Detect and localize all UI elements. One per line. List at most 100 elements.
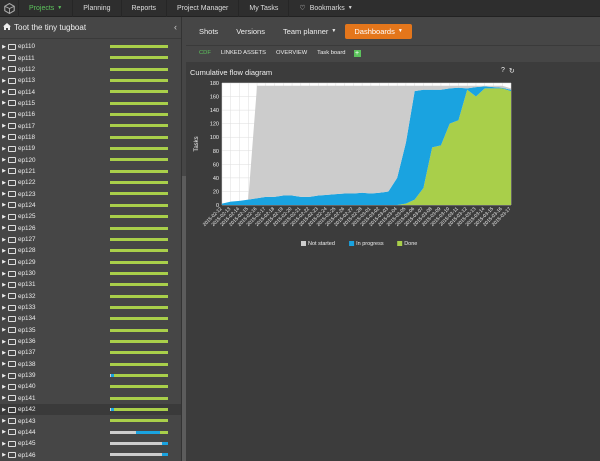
list-item[interactable]: ▶ ep127 <box>0 234 181 245</box>
list-item[interactable]: ▶ ep132 <box>0 291 181 302</box>
list-item[interactable]: ▶ ep116 <box>0 109 181 120</box>
list-item[interactable]: ▶ ep115 <box>0 98 181 109</box>
nav-item-reports[interactable]: Reports <box>120 0 167 17</box>
list-item[interactable]: ▶ ep124 <box>0 200 181 211</box>
app-logo-icon[interactable] <box>0 0 18 17</box>
list-item[interactable]: ▶ ep145 <box>0 438 181 449</box>
list-item[interactable]: ▶ ep114 <box>0 86 181 97</box>
expand-arrow-icon[interactable]: ▶ <box>0 395 8 401</box>
expand-arrow-icon[interactable]: ▶ <box>0 282 8 288</box>
list-item[interactable]: ▶ ep128 <box>0 245 181 256</box>
nav-item-planning[interactable]: Planning <box>72 0 120 17</box>
subtab-overview[interactable]: OVERVIEW <box>271 50 312 56</box>
expand-arrow-icon[interactable]: ▶ <box>0 248 8 254</box>
list-item[interactable]: ▶ ep133 <box>0 302 181 313</box>
subtab-cdf[interactable]: CDF <box>194 50 216 56</box>
list-item[interactable]: ▶ ep137 <box>0 347 181 358</box>
list-item[interactable]: ▶ ep113 <box>0 75 181 86</box>
expand-arrow-icon[interactable]: ▶ <box>0 259 8 265</box>
subtab-task-board[interactable]: Task board <box>312 50 350 56</box>
progress-bar <box>110 362 168 366</box>
expand-arrow-icon[interactable]: ▶ <box>0 89 8 95</box>
subtab-linked-assets[interactable]: LINKED ASSETS <box>216 50 271 56</box>
expand-arrow-icon[interactable]: ▶ <box>0 418 8 424</box>
list-item[interactable]: ▶ ep111 <box>0 52 181 63</box>
expand-arrow-icon[interactable]: ▶ <box>0 146 8 152</box>
collapse-sidebar-icon[interactable]: ‹ <box>174 22 177 32</box>
list-item[interactable]: ▶ ep141 <box>0 393 181 404</box>
expand-arrow-icon[interactable]: ▶ <box>0 452 8 458</box>
progress-segment <box>110 226 168 230</box>
list-item[interactable]: ▶ ep117 <box>0 120 181 131</box>
home-icon[interactable] <box>3 23 11 32</box>
nav-item-projects[interactable]: Projects ▼ <box>18 0 72 17</box>
expand-arrow-icon[interactable]: ▶ <box>0 66 8 72</box>
expand-arrow-icon[interactable]: ▶ <box>0 429 8 435</box>
expand-arrow-icon[interactable]: ▶ <box>0 407 8 413</box>
expand-arrow-icon[interactable]: ▶ <box>0 168 8 174</box>
expand-arrow-icon[interactable]: ▶ <box>0 339 8 345</box>
progress-segment <box>114 373 168 377</box>
nav-item-project-manager[interactable]: Project Manager <box>166 0 238 17</box>
list-item[interactable]: ▶ ep125 <box>0 211 181 222</box>
list-item[interactable]: ▶ ep112 <box>0 64 181 75</box>
expand-arrow-icon[interactable]: ▶ <box>0 350 8 356</box>
list-item[interactable]: ▶ ep140 <box>0 381 181 392</box>
nav-item-my-tasks[interactable]: My Tasks <box>238 0 288 17</box>
expand-arrow-icon[interactable]: ▶ <box>0 123 8 129</box>
list-item[interactable]: ▶ ep146 <box>0 449 181 460</box>
expand-arrow-icon[interactable]: ▶ <box>0 361 8 367</box>
expand-arrow-icon[interactable]: ▶ <box>0 225 8 231</box>
list-item[interactable]: ▶ ep143 <box>0 415 181 426</box>
list-item[interactable]: ▶ ep126 <box>0 223 181 234</box>
list-item[interactable]: ▶ ep130 <box>0 268 181 279</box>
tab-versions[interactable]: Versions <box>227 24 274 39</box>
expand-arrow-icon[interactable]: ▶ <box>0 44 8 50</box>
list-item[interactable]: ▶ ep144 <box>0 427 181 438</box>
project-name[interactable]: Toot the tiny tugboat <box>14 23 86 32</box>
expand-arrow-icon[interactable]: ▶ <box>0 191 8 197</box>
add-tab-button[interactable]: + <box>353 49 361 57</box>
expand-arrow-icon[interactable]: ▶ <box>0 180 8 186</box>
folder-icon <box>8 100 16 107</box>
list-item[interactable]: ▶ ep119 <box>0 143 181 154</box>
expand-arrow-icon[interactable]: ▶ <box>0 271 8 277</box>
list-item[interactable]: ▶ ep139 <box>0 370 181 381</box>
list-item[interactable]: ▶ ep123 <box>0 188 181 199</box>
expand-arrow-icon[interactable]: ▶ <box>0 214 8 220</box>
expand-arrow-icon[interactable]: ▶ <box>0 78 8 84</box>
expand-arrow-icon[interactable]: ▶ <box>0 327 8 333</box>
expand-arrow-icon[interactable]: ▶ <box>0 384 8 390</box>
expand-arrow-icon[interactable]: ▶ <box>0 202 8 208</box>
list-item[interactable]: ▶ ep122 <box>0 177 181 188</box>
expand-arrow-icon[interactable]: ▶ <box>0 293 8 299</box>
expand-arrow-icon[interactable]: ▶ <box>0 55 8 61</box>
list-item[interactable]: ▶ ep134 <box>0 313 181 324</box>
tab-dashboards[interactable]: Dashboards ▼ <box>345 23 412 39</box>
list-item[interactable]: ▶ ep131 <box>0 279 181 290</box>
nav-item-bookmarks[interactable]: ♡ Bookmarks ▼ <box>288 0 362 17</box>
nav-label: Bookmarks <box>309 4 345 12</box>
expand-arrow-icon[interactable]: ▶ <box>0 100 8 106</box>
expand-arrow-icon[interactable]: ▶ <box>0 157 8 163</box>
list-item[interactable]: ▶ ep136 <box>0 336 181 347</box>
tab-team-planner[interactable]: Team planner ▼ <box>274 24 345 39</box>
list-item[interactable]: ▶ ep138 <box>0 359 181 370</box>
list-item[interactable]: ▶ ep142 <box>0 404 181 416</box>
expand-arrow-icon[interactable]: ▶ <box>0 373 8 379</box>
expand-arrow-icon[interactable]: ▶ <box>0 112 8 118</box>
expand-arrow-icon[interactable]: ▶ <box>0 134 8 140</box>
list-item[interactable]: ▶ ep120 <box>0 154 181 165</box>
progress-bar <box>110 101 168 105</box>
expand-arrow-icon[interactable]: ▶ <box>0 316 8 322</box>
expand-arrow-icon[interactable]: ▶ <box>0 305 8 311</box>
list-item[interactable]: ▶ ep118 <box>0 132 181 143</box>
list-item[interactable]: ▶ ep129 <box>0 257 181 268</box>
tab-shots[interactable]: Shots <box>190 24 227 39</box>
expand-arrow-icon[interactable]: ▶ <box>0 441 8 447</box>
list-item[interactable]: ▶ ep121 <box>0 166 181 177</box>
list-item[interactable]: ▶ ep135 <box>0 325 181 336</box>
expand-arrow-icon[interactable]: ▶ <box>0 237 8 243</box>
list-item[interactable]: ▶ ep110 <box>0 41 181 52</box>
progress-bar <box>110 90 168 94</box>
